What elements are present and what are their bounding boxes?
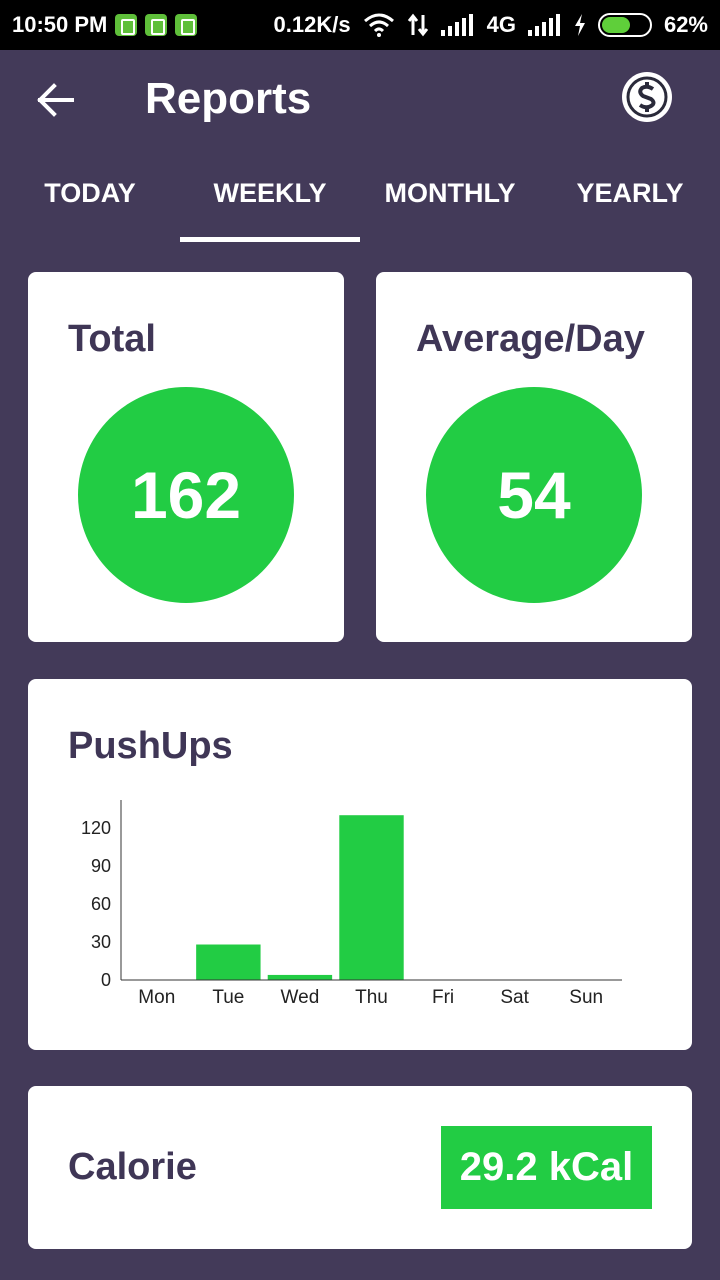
calorie-value: 29.2 kCal <box>441 1126 652 1209</box>
x-tick-label: Wed <box>281 987 320 1008</box>
calorie-label: Calorie <box>68 1146 197 1188</box>
bar-wed <box>267 974 333 980</box>
x-tick-label: Mon <box>138 987 175 1008</box>
x-tick-label: Sat <box>500 987 529 1008</box>
data-transfer-icon <box>407 13 429 37</box>
average-card: Average/Day 54 <box>376 272 692 642</box>
page-title: Reports <box>145 74 312 123</box>
back-button[interactable] <box>32 78 80 122</box>
y-tick-label: 120 <box>81 818 111 838</box>
total-title: Total <box>68 318 156 360</box>
net-speed: 0.12K/s <box>273 12 351 37</box>
y-tick-label: 60 <box>91 894 111 914</box>
x-tick-label: Sun <box>569 987 603 1008</box>
y-tick-label: 90 <box>91 856 111 876</box>
tab-weekly[interactable]: WEEKLY <box>180 150 360 242</box>
average-value: 54 <box>426 387 642 603</box>
status-bar: 10:50 PM 0.12K/s 4G 62% <box>0 0 720 50</box>
y-tick-label: 30 <box>91 932 111 952</box>
pushups-chart-card: PushUps Mon Tue Wed Thu Fri Sat Sun 0 30 60 90 120 <box>28 679 692 1050</box>
total-card: Total 162 <box>28 272 344 642</box>
signal-icon <box>527 14 562 36</box>
x-tick-label: Tue <box>212 987 244 1008</box>
android-icon <box>175 14 198 36</box>
notification-icon <box>115 14 138 36</box>
x-tick-label: Thu <box>355 987 388 1008</box>
tab-today[interactable]: TODAY <box>0 150 180 242</box>
signal-icon <box>440 14 475 36</box>
total-value: 162 <box>78 387 294 603</box>
x-tick-label: Fri <box>432 987 454 1008</box>
y-tick-label: 0 <box>101 970 111 990</box>
battery-level: 62% <box>663 12 708 37</box>
wifi-icon <box>363 13 395 37</box>
bar-thu <box>339 815 404 980</box>
app-bar: Reports <box>0 50 720 150</box>
pushups-bar-chart: Mon Tue Wed Thu Fri Sat Sun 0 30 60 90 120 <box>81 800 622 1008</box>
status-time: 10:50 PM <box>12 12 108 37</box>
tab-yearly[interactable]: YEARLY <box>540 150 720 242</box>
charging-icon <box>574 14 586 36</box>
calorie-card: Calorie 29.2 kCal <box>28 1086 692 1249</box>
arrow-left-icon <box>37 83 74 117</box>
battery-icon <box>597 13 652 37</box>
android-icon <box>145 14 168 36</box>
network-type: 4G <box>486 12 516 37</box>
dollar-coin-icon <box>626 76 668 118</box>
tab-monthly[interactable]: MONTHLY <box>360 150 540 242</box>
average-title: Average/Day <box>416 318 645 360</box>
period-tabs: TODAY WEEKLY MONTHLY YEARLY <box>0 150 720 242</box>
bar-tue <box>196 944 261 980</box>
premium-button[interactable] <box>622 72 672 122</box>
